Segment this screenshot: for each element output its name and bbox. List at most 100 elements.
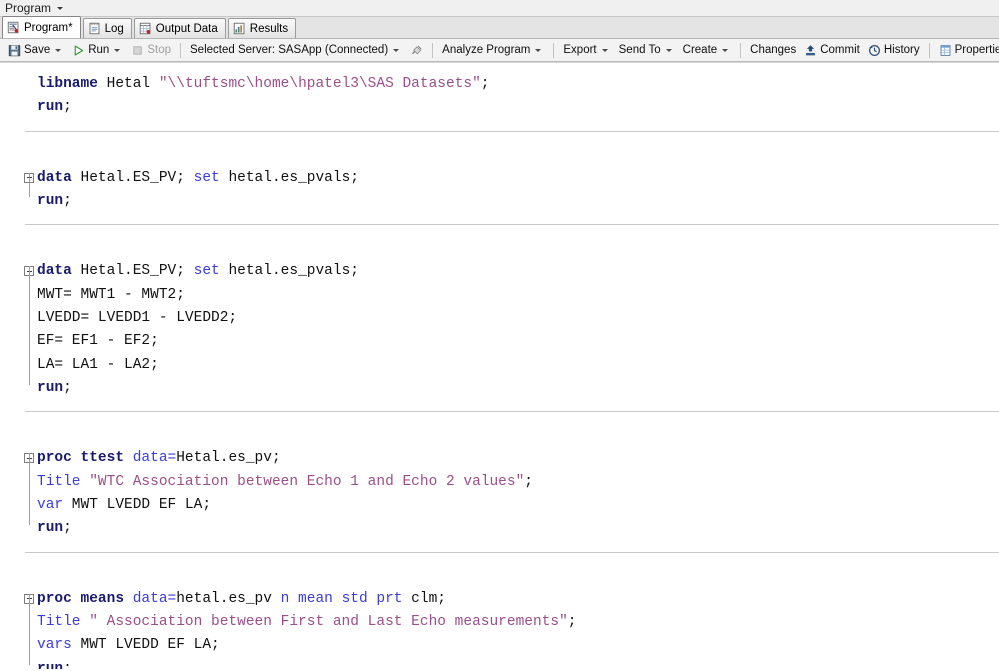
code-line[interactable]: data Hetal.ES_PV; set hetal.es_pvals; [0, 167, 999, 190]
code-token: ; [63, 660, 72, 669]
code-token: var [37, 497, 64, 514]
program-icon [7, 21, 19, 34]
selected-server-button[interactable]: Selected Server: SASApp (Connected) [186, 41, 406, 60]
save-dropdown-caret-icon[interactable] [55, 48, 62, 52]
run-dropdown-caret-icon[interactable] [114, 48, 121, 52]
caret-down-icon[interactable] [57, 6, 64, 10]
tab-results[interactable]: Results [227, 18, 297, 38]
code-token: hetal.es_pvals; [219, 169, 359, 186]
context-program-label[interactable]: Program [5, 1, 51, 15]
code-line[interactable]: run; [0, 517, 999, 540]
properties-grid-icon [940, 44, 950, 56]
stop-button: Stop [127, 41, 175, 60]
export-button[interactable]: Export [559, 41, 614, 60]
code-token: hetal.es_pv [176, 590, 281, 607]
code-line[interactable]: data Hetal.ES_PV; set hetal.es_pvals; [0, 260, 999, 283]
code-token: data [37, 263, 72, 280]
tab-strip: Program* Log Output Data Results [0, 16, 999, 39]
code-block-guide [28, 593, 30, 666]
analyze-program-label: Analyze Program [442, 44, 531, 56]
run-label: Run [88, 44, 110, 56]
code-line[interactable]: MWT= MWT1 - MWT2; [0, 284, 999, 307]
save-button[interactable]: Save [4, 41, 68, 60]
code-lines-container[interactable]: libname Hetal "\\tuftsmc\home\hpatel3\SA… [0, 63, 999, 669]
code-line[interactable]: libname Hetal "\\tuftsmc\home\hpatel3\SA… [0, 73, 999, 96]
create-label: Create [682, 44, 718, 56]
code-token: EF= EF1 - EF2; [37, 333, 159, 350]
disconnect-server-button[interactable] [406, 41, 427, 60]
code-token: n mean std prt [280, 590, 403, 607]
code-line[interactable]: proc ttest data=Hetal.es_pv; [0, 447, 999, 470]
tab-program[interactable]: Program* [2, 16, 81, 38]
output-data-icon [139, 22, 151, 35]
code-line[interactable]: proc means data=hetal.es_pv n mean std p… [0, 588, 999, 611]
code-block-guide [28, 172, 30, 198]
code-line[interactable]: run; [0, 190, 999, 213]
code-token: hetal.es_pvals; [219, 263, 359, 280]
clock-history-icon [868, 44, 880, 56]
code-line[interactable]: var MWT LVEDD EF LA; [0, 494, 999, 517]
properties-button[interactable]: Properties [935, 41, 999, 60]
code-line[interactable]: LVEDD= LVEDD1 - LVEDD2; [0, 307, 999, 330]
code-token: LA= LA1 - LA2; [37, 356, 159, 373]
code-token: libname [37, 76, 98, 92]
create-button[interactable]: Create [679, 41, 736, 60]
code-token: Hetal [97, 76, 159, 92]
code-line-blank[interactable] [0, 143, 999, 166]
code-line[interactable]: run; [0, 377, 999, 400]
toolbar-separator-5 [928, 42, 930, 58]
code-block-guide [28, 453, 30, 525]
server-disconnect-icon [412, 45, 422, 54]
code-line[interactable]: Title " Association between First and La… [0, 611, 999, 634]
send-to-dropdown-caret-icon[interactable] [665, 48, 672, 52]
export-dropdown-caret-icon[interactable] [601, 48, 608, 52]
export-label: Export [563, 44, 597, 56]
code-block-separator [0, 400, 999, 423]
stop-label: Stop [147, 44, 171, 56]
code-line[interactable]: Title "WTC Association between Echo 1 an… [0, 471, 999, 494]
history-button[interactable]: History [864, 41, 924, 60]
analyze-dropdown-caret-icon[interactable] [535, 48, 542, 52]
code-token: data [37, 169, 72, 186]
changes-label: Changes [750, 44, 797, 56]
send-to-button[interactable]: Send To [615, 41, 679, 60]
commit-button[interactable]: Commit [800, 41, 864, 60]
code-line-blank[interactable] [0, 564, 999, 587]
code-token: Title [37, 473, 81, 490]
code-line[interactable]: run; [0, 96, 999, 119]
context-bar: Program [0, 0, 999, 17]
code-line[interactable]: EF= EF1 - EF2; [0, 330, 999, 353]
code-token: MWT LVEDD EF LA; [71, 637, 220, 654]
code-token: Hetal.ES_PV; [71, 169, 194, 186]
code-line-blank[interactable] [0, 237, 999, 260]
code-token: ; [480, 76, 490, 92]
tab-output-data[interactable]: Output Data [133, 18, 226, 38]
analyze-program-button[interactable]: Analyze Program [438, 41, 548, 60]
tab-output-data-label: Output Data [155, 22, 218, 35]
code-line[interactable]: LA= LA1 - LA2; [0, 354, 999, 377]
server-dropdown-caret-icon[interactable] [393, 48, 400, 52]
code-line[interactable]: run; [0, 658, 999, 669]
changes-button[interactable]: Changes [746, 41, 800, 60]
results-icon [233, 22, 245, 35]
create-dropdown-caret-icon[interactable] [722, 48, 729, 52]
code-token: ; [63, 192, 72, 209]
tab-results-label: Results [249, 22, 289, 35]
code-token: Hetal.es_pv; [176, 450, 281, 467]
tab-program-label: Program* [24, 21, 73, 34]
toolbar: Save Run Stop Selected Server: SASApp (C… [0, 39, 999, 62]
code-line[interactable]: vars MWT LVEDD EF LA; [0, 634, 999, 657]
code-token: ; [63, 520, 72, 537]
code-editor[interactable]: libname Hetal "\\tuftsmc\home\hpatel3\SA… [0, 62, 999, 669]
toolbar-separator-3 [553, 42, 555, 58]
save-label: Save [24, 44, 51, 56]
run-button[interactable]: Run [68, 41, 127, 60]
tab-log[interactable]: Log [82, 18, 132, 38]
code-line-blank[interactable] [0, 424, 999, 447]
code-token: ; [63, 380, 72, 397]
code-token: Hetal.ES_PV; [71, 263, 194, 280]
code-token: Title [37, 613, 81, 630]
